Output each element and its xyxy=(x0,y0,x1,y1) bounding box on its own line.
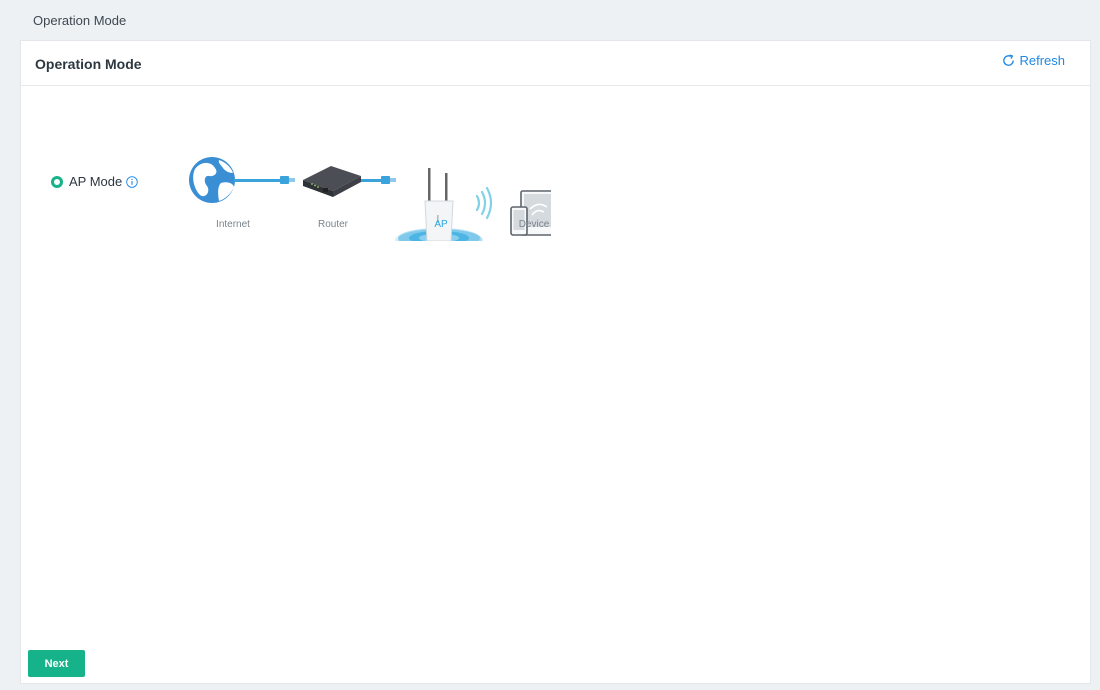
ap-antenna-right xyxy=(445,173,448,203)
ap-antenna-left xyxy=(428,168,431,201)
ap-mode-label: AP Mode xyxy=(69,174,123,189)
ap-mode-radio[interactable] xyxy=(51,175,63,188)
node-label-router: Router xyxy=(317,219,349,230)
ap-mode-option[interactable]: AP Mode xyxy=(51,174,139,189)
card-header: Operation Mode Refresh xyxy=(21,41,1090,86)
operation-mode-card: Operation Mode Refresh AP Mode Internet … xyxy=(20,40,1091,684)
node-label-internet: Internet xyxy=(216,219,250,230)
node-label-ap: AP xyxy=(434,219,448,230)
network-diagram: Internet Router AP Device xyxy=(181,121,551,251)
refresh-label: Refresh xyxy=(1019,53,1065,68)
wifi-waves-icon xyxy=(475,186,493,220)
next-button[interactable]: Next xyxy=(28,650,85,677)
info-circle-icon[interactable] xyxy=(126,175,139,188)
refresh-button[interactable]: Refresh xyxy=(1001,53,1065,68)
node-label-device: Device xyxy=(518,219,550,230)
page-title: Operation Mode xyxy=(35,56,142,72)
breadcrumb: Operation Mode xyxy=(33,13,127,28)
refresh-icon xyxy=(1003,54,1015,66)
top-bar: Operation Mode xyxy=(0,0,1100,40)
